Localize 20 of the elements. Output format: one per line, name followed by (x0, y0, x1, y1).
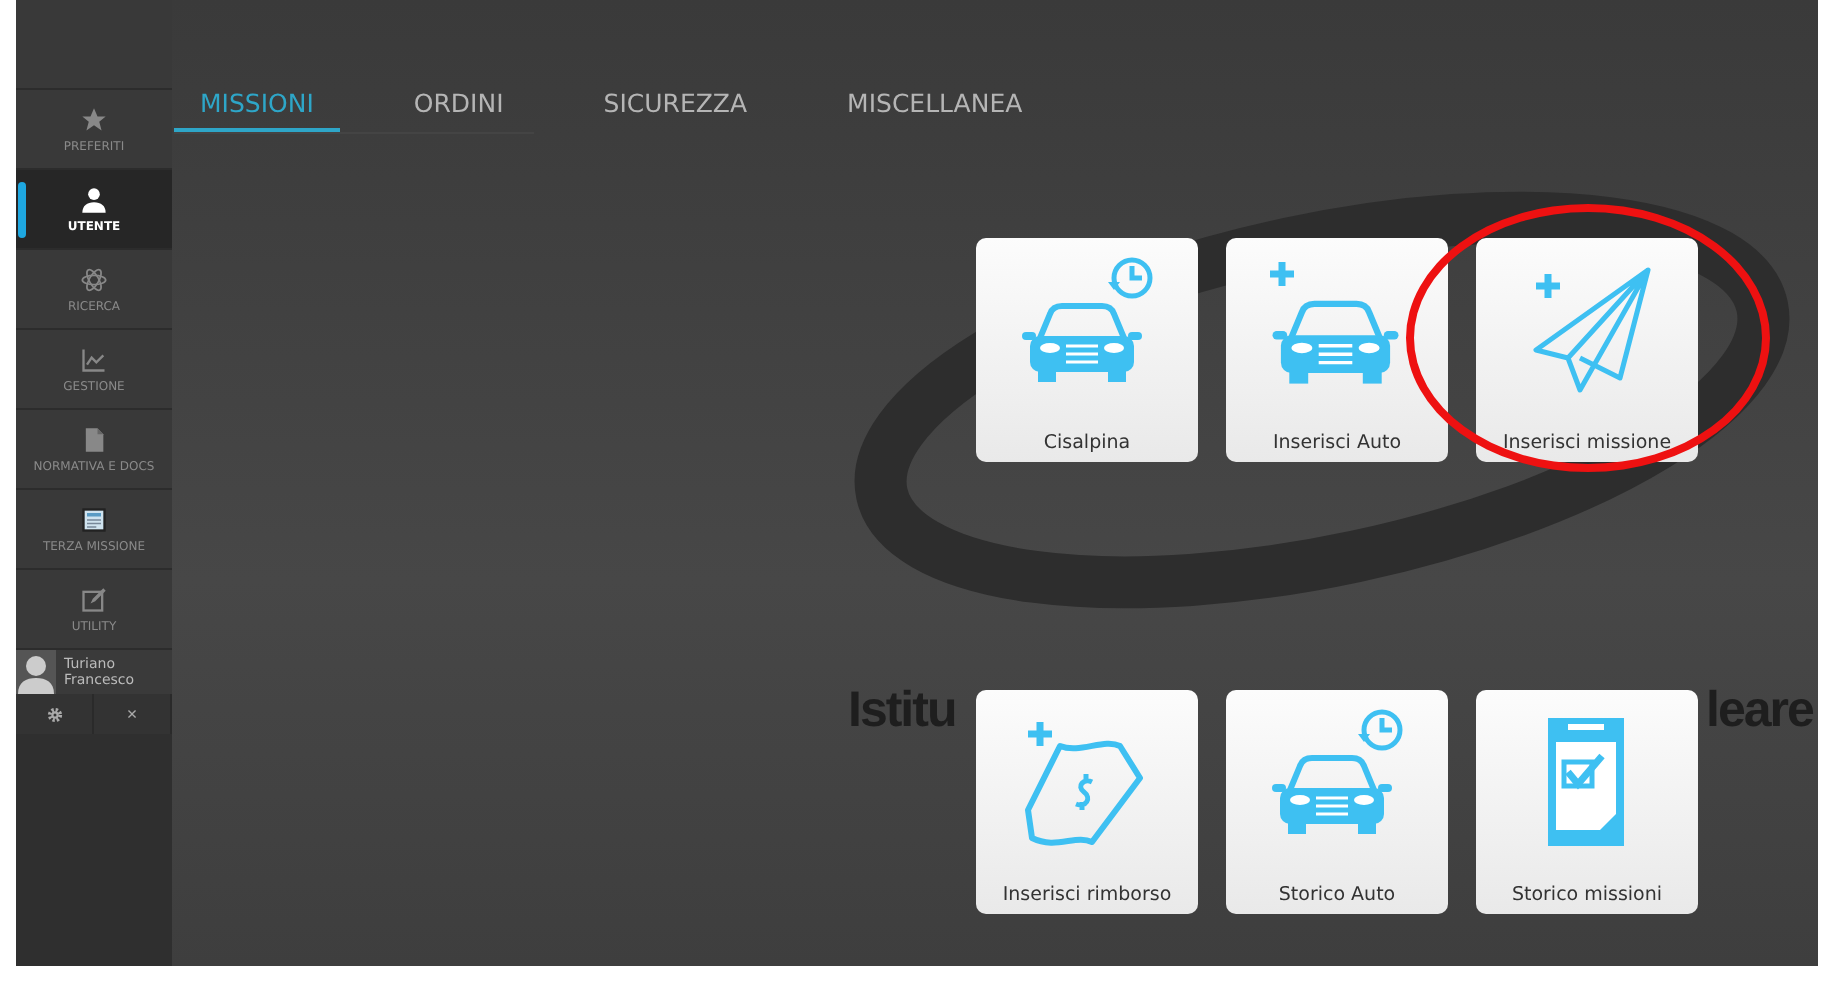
atom-icon (80, 265, 108, 293)
newspaper-icon (80, 505, 108, 533)
selected-indicator (18, 182, 26, 238)
tab[interactable]: SICUREZZA (577, 88, 774, 132)
app-tile[interactable]: Inserisci Auto (1226, 238, 1448, 462)
app-tile[interactable]: Storico missioni (1476, 690, 1698, 914)
document-icon (80, 425, 108, 453)
settings-icon (45, 705, 63, 723)
person-icon (80, 185, 108, 213)
app-tile[interactable]: Inserisci rimborso (976, 690, 1198, 914)
edit-icon (80, 585, 108, 613)
tab[interactable]: MISSIONI (174, 88, 340, 132)
avatar-icon (16, 650, 56, 694)
app-tile[interactable]: Storico Auto (1226, 690, 1448, 914)
app-tile[interactable]: Cisalpina (976, 238, 1198, 462)
app-tile[interactable]: Inserisci missione (1476, 238, 1698, 462)
star-icon (80, 105, 108, 133)
line-chart-icon (80, 345, 108, 373)
tab[interactable]: ORDINI (387, 88, 530, 132)
tab[interactable]: MISCELLANEA (821, 88, 1049, 132)
